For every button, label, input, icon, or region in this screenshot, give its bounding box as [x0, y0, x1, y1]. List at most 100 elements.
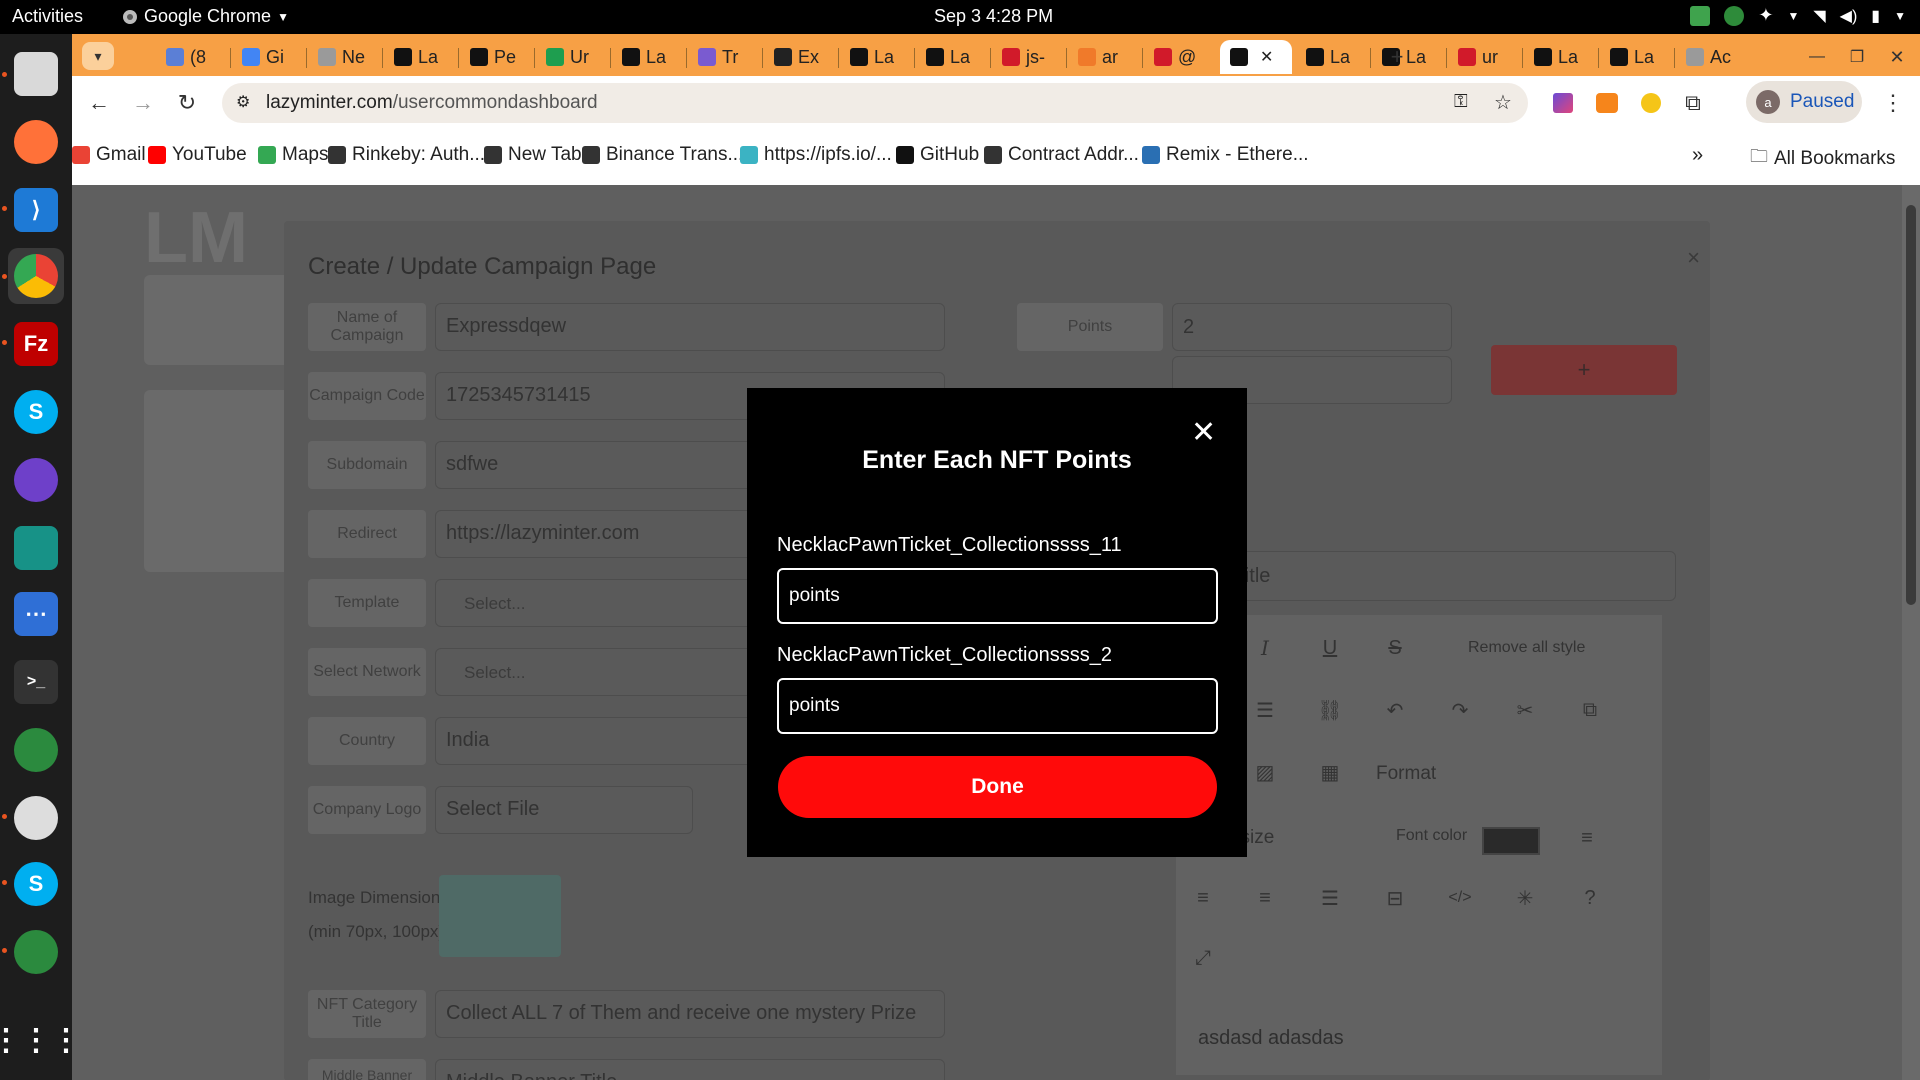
redo-icon[interactable]: ↷ [1433, 687, 1487, 733]
add-points-button[interactable]: + [1491, 345, 1677, 395]
tab[interactable]: ur [1448, 40, 1520, 74]
bookmark-item[interactable]: New Tab [484, 144, 582, 166]
new-tab-button[interactable]: + [1382, 42, 1412, 72]
accessibility-icon[interactable]: ✦ [1758, 5, 1773, 26]
tab[interactable]: @ [1144, 40, 1216, 74]
cut-icon[interactable]: ✂ [1498, 687, 1552, 733]
bookmark-item[interactable]: Binance Trans... [582, 144, 743, 166]
files-app[interactable] [8, 46, 64, 102]
wifi-icon[interactable]: ◥ [1813, 6, 1825, 26]
bookmark-item[interactable]: Contract Addr... [984, 144, 1139, 166]
tab[interactable]: Ur [536, 40, 608, 74]
bookmark-item[interactable]: Remix - Ethere... [1142, 144, 1309, 166]
justify-icon[interactable]: ☰ [1303, 875, 1357, 921]
firefox-app[interactable] [8, 114, 64, 170]
update-icon[interactable] [1724, 5, 1745, 26]
github-desktop-app[interactable] [8, 452, 64, 508]
bookmark-item[interactable]: https://ipfs.io/... [740, 144, 892, 166]
tab[interactable]: La [1600, 40, 1672, 74]
forward-button[interactable]: → [128, 88, 158, 118]
gitkraken-app[interactable] [8, 520, 64, 576]
fullscreen-icon[interactable]: ⤢ [1176, 935, 1230, 981]
nft-points-input[interactable] [777, 678, 1218, 734]
tab[interactable]: Gi [232, 40, 304, 74]
undo-icon[interactable]: ↶ [1368, 687, 1422, 733]
tab[interactable]: La [1296, 40, 1368, 74]
reload-button[interactable]: ↻ [172, 88, 202, 118]
tab[interactable]: La [1524, 40, 1596, 74]
special-char-icon[interactable]: ✳ [1498, 875, 1552, 921]
table-icon[interactable]: ▦ [1303, 749, 1357, 795]
code-view-icon[interactable]: </> [1433, 875, 1487, 921]
activities-button[interactable]: Activities [12, 6, 83, 27]
password-key-icon[interactable]: ⚿ [1454, 91, 1468, 112]
extension-flag-icon[interactable] [1548, 88, 1578, 118]
close-window-button[interactable]: ✕ [1882, 42, 1912, 72]
skype-app-2[interactable]: S [8, 856, 64, 912]
bookmark-star-icon[interactable]: ☆ [1494, 90, 1512, 115]
done-button[interactable]: Done [778, 756, 1217, 818]
bookmark-item[interactable]: Rinkeby: Auth... [328, 144, 485, 166]
format-select[interactable]: Format [1376, 763, 1436, 785]
modal-close-button[interactable]: ✕ [1191, 418, 1216, 448]
tab[interactable]: Tr [688, 40, 760, 74]
profile-button[interactable]: a Paused [1746, 81, 1862, 123]
help-button[interactable]: ? [1563, 875, 1617, 921]
settings-app[interactable] [8, 790, 64, 846]
clock[interactable]: Sep 3 4:28 PM [934, 6, 1053, 27]
remove-all-style-button[interactable]: Remove all style [1468, 639, 1585, 657]
address-bar[interactable]: ⚙ lazyminter.com/usercommondashboard ⚿ ☆ [222, 83, 1528, 123]
editor-content[interactable]: asdasd adasdas [1198, 1027, 1344, 1050]
bookmark-item[interactable]: GitHub [896, 144, 979, 166]
tab[interactable]: Ne [308, 40, 380, 74]
scrollbar-thumb[interactable] [1906, 205, 1916, 605]
more-bookmarks-button[interactable]: » [1692, 144, 1703, 167]
tab[interactable]: La [384, 40, 456, 74]
all-bookmarks-button[interactable]: 🗀 All Bookmarks [1750, 144, 1895, 174]
extension-yellow-icon[interactable] [1636, 88, 1666, 118]
tab-active[interactable]: ✕ [1220, 40, 1292, 74]
bookmark-item[interactable]: Gmail [72, 144, 146, 166]
align-left-icon[interactable]: ≡ [1560, 815, 1614, 861]
tab-search-button[interactable]: ▾ [82, 42, 114, 70]
bookmark-item[interactable]: YouTube [148, 144, 247, 166]
tab[interactable]: Pe [460, 40, 532, 74]
strikethrough-button[interactable]: S [1368, 625, 1422, 671]
extensions-puzzle-icon[interactable]: ⧉ [1678, 88, 1708, 118]
tab[interactable]: Ex [764, 40, 836, 74]
align-center-icon[interactable]: ≡ [1238, 875, 1292, 921]
metamask-icon[interactable] [1592, 88, 1622, 118]
back-button[interactable]: ← [84, 88, 114, 118]
align-right-icon[interactable]: ≡ [1176, 875, 1230, 921]
volume-icon[interactable]: ◀) [1840, 6, 1858, 26]
battery-icon[interactable]: ▮ [1871, 6, 1880, 26]
copy-icon[interactable]: ⧉ [1563, 687, 1617, 733]
app-menu[interactable]: Google Chrome ▼ [122, 6, 289, 27]
panel-close-button[interactable]: × [1687, 245, 1700, 271]
site-info-icon[interactable]: ⚙ [236, 92, 250, 112]
system-tray[interactable]: ✦ ▼ ◥ ◀) ▮ ▼ [1690, 5, 1906, 26]
chevron-down-icon[interactable]: ▼ [1894, 9, 1906, 23]
tab[interactable]: La [840, 40, 912, 74]
tab[interactable]: La [612, 40, 684, 74]
points-input[interactable]: 2 [1172, 303, 1452, 351]
nft-points-input[interactable] [777, 568, 1218, 624]
middle-banner-title-input[interactable]: Middle Banner Title [435, 1059, 945, 1080]
app-indicator-icon[interactable] [1690, 5, 1711, 26]
chrome-menu-button[interactable]: ⋮ [1878, 88, 1908, 118]
chrome-app[interactable] [8, 248, 64, 304]
filezilla-app[interactable]: Fz [8, 316, 64, 372]
rocket-app-2[interactable] [8, 924, 64, 980]
rocket-app[interactable] [8, 722, 64, 778]
maximize-button[interactable]: ❐ [1842, 42, 1872, 72]
chevron-down-icon[interactable]: ▼ [1787, 9, 1799, 23]
show-apps-button[interactable]: ⋮⋮⋮ [0, 1012, 81, 1068]
bookmark-item[interactable]: Maps [258, 144, 328, 166]
vscode-app[interactable]: ⟩ [8, 182, 64, 238]
tab[interactable]: js- [992, 40, 1064, 74]
font-color-picker[interactable] [1482, 827, 1540, 855]
tab[interactable]: Ac [1676, 40, 1748, 74]
tab[interactable]: (8 [156, 40, 228, 74]
chat-app[interactable]: ⋯ [8, 586, 64, 642]
underline-button[interactable]: U [1303, 625, 1357, 671]
